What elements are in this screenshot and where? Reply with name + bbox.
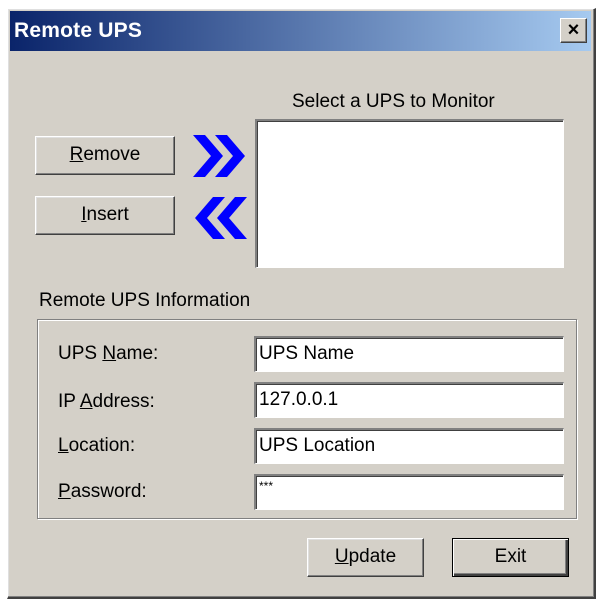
location-label-mnemonic: L	[58, 435, 69, 456]
exit-label: Exit	[494, 546, 527, 567]
insert-label: nsert	[86, 204, 129, 225]
insert-button[interactable]: Insert	[35, 196, 175, 235]
exit-button[interactable]: Exit	[452, 538, 569, 577]
password-label: Password:	[58, 481, 147, 503]
ups-monitor-listbox[interactable]	[255, 119, 564, 268]
double-chevron-left-icon	[195, 197, 247, 239]
remove-mnemonic: R	[69, 144, 84, 165]
update-mnemonic: U	[334, 546, 349, 567]
ups-name-label: UPS Name:	[58, 343, 158, 365]
remote-ups-info-heading: Remote UPS Information	[39, 290, 251, 311]
password-field[interactable]: ***	[254, 474, 564, 510]
password-label-mnemonic: P	[58, 481, 71, 502]
double-chevron-right-icon	[193, 135, 245, 177]
remote-ups-dialog: Remote UPS × Select a UPS to Monitor Rem…	[7, 8, 596, 599]
ups-name-label-post: ame:	[116, 343, 159, 364]
remove-button[interactable]: Remove	[35, 136, 175, 175]
update-label: pdate	[348, 546, 397, 567]
ip-address-field[interactable]: 127.0.0.1	[254, 382, 564, 418]
password-label-post: assword:	[70, 481, 147, 502]
update-button[interactable]: Update	[307, 538, 424, 577]
ups-name-label-pre: UPS	[58, 343, 103, 364]
location-field[interactable]: UPS Location	[254, 428, 564, 464]
remove-label: emove	[83, 144, 141, 165]
ups-name-field[interactable]: UPS Name	[254, 336, 564, 372]
ip-address-label-mnemonic: A	[79, 391, 93, 412]
location-label: Location:	[58, 435, 135, 457]
title-bar[interactable]: Remote UPS ×	[10, 11, 591, 51]
location-label-post: ocation:	[68, 435, 136, 456]
monitor-list-heading: Select a UPS to Monitor	[292, 91, 495, 112]
ip-address-label: IP Address:	[58, 391, 155, 413]
window-title: Remote UPS	[14, 19, 143, 42]
close-button[interactable]: ×	[560, 18, 587, 43]
ip-address-label-pre: IP	[58, 391, 80, 412]
ip-address-label-post: ddress:	[92, 391, 155, 412]
ups-name-label-mnemonic: N	[102, 343, 117, 364]
